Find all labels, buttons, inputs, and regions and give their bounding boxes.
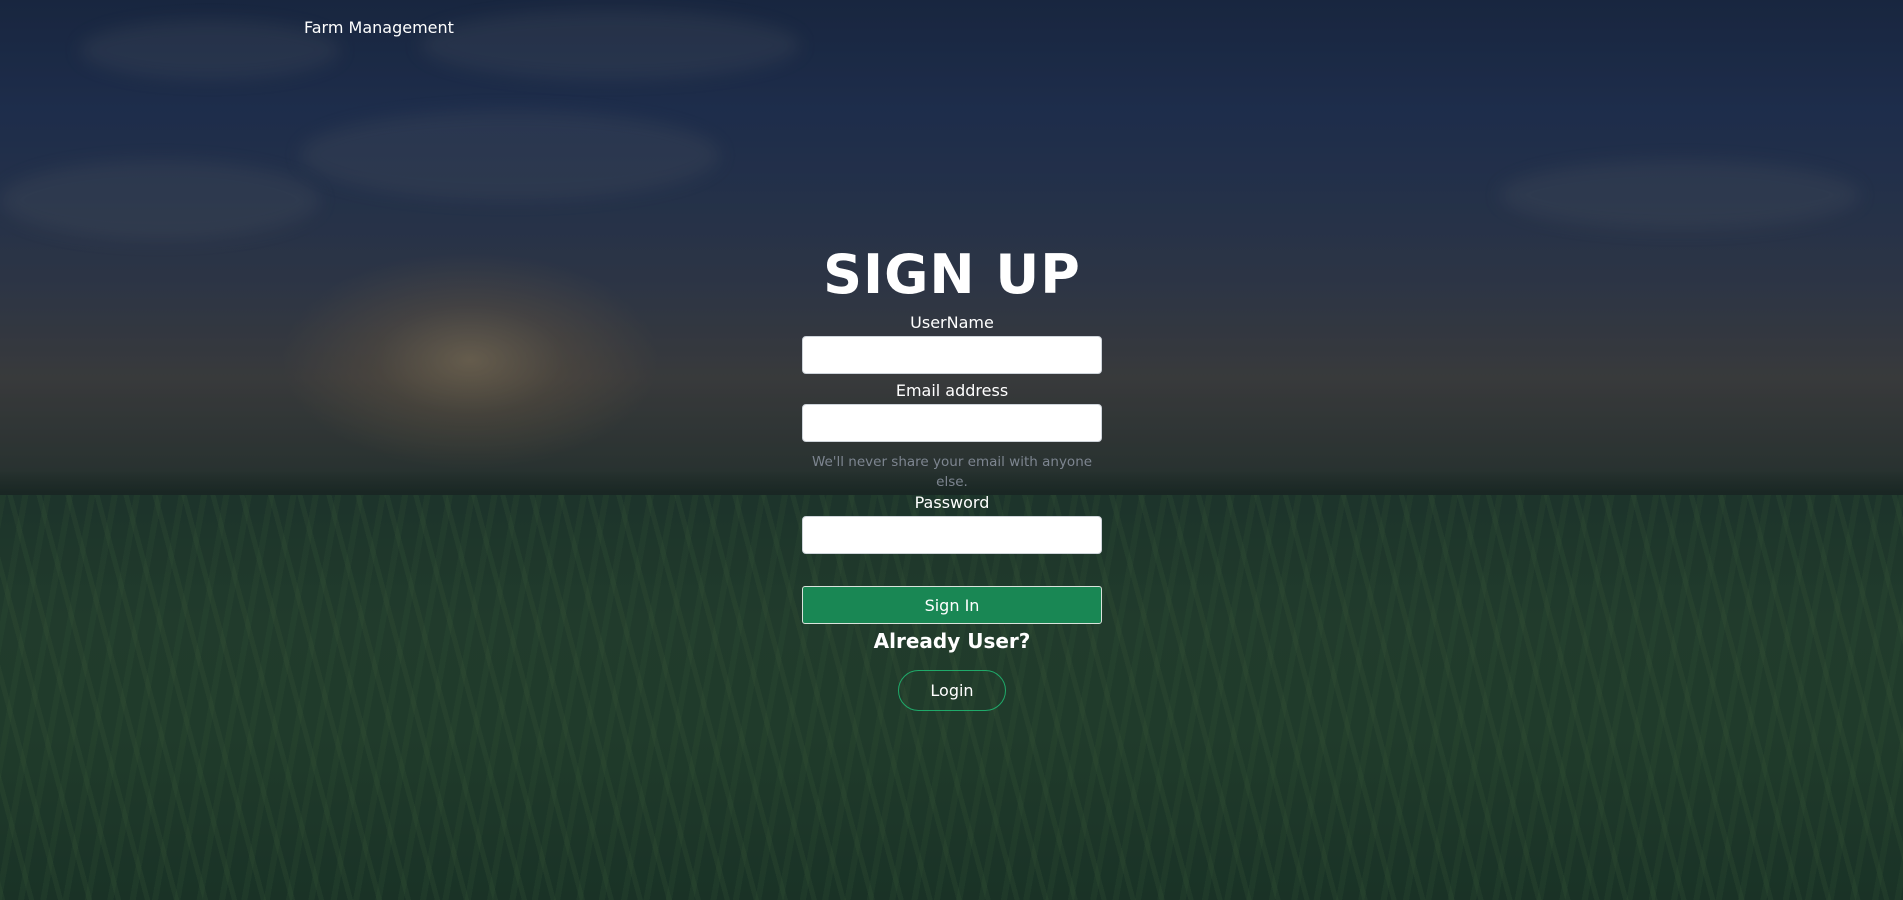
login-button[interactable]: Login bbox=[898, 670, 1006, 711]
navbar-brand[interactable]: Farm Management bbox=[304, 18, 454, 37]
username-input[interactable] bbox=[802, 336, 1102, 374]
page-title: SIGN UP bbox=[823, 243, 1081, 306]
already-user-heading: Already User? bbox=[873, 629, 1031, 653]
password-input[interactable] bbox=[802, 516, 1102, 554]
sign-in-button[interactable]: Sign In bbox=[802, 586, 1102, 624]
username-label: UserName bbox=[910, 313, 994, 332]
signup-form: SIGN UP UserName Email address We'll nev… bbox=[802, 240, 1102, 711]
password-label: Password bbox=[914, 493, 990, 512]
email-label: Email address bbox=[895, 381, 1009, 400]
email-input[interactable] bbox=[802, 404, 1102, 442]
email-help-text: We'll never share your email with anyone… bbox=[811, 454, 1093, 490]
